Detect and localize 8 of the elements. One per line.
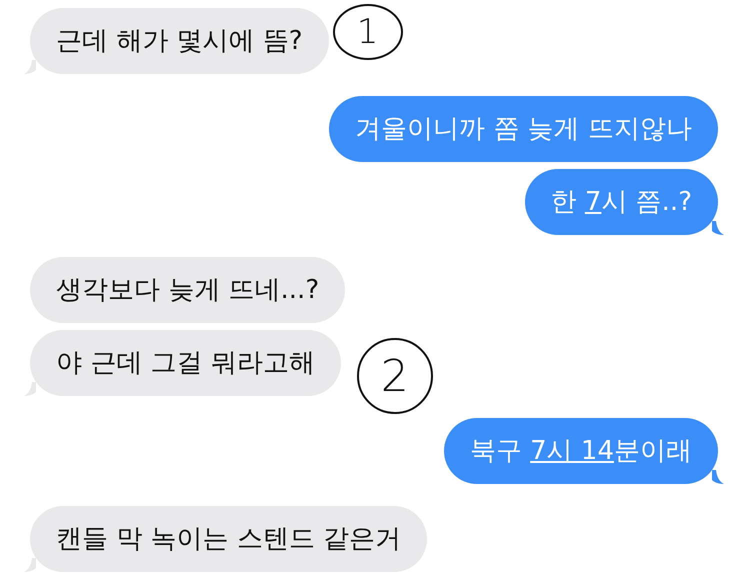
bubble-tail (712, 470, 724, 484)
link[interactable]: 7시 14 (530, 436, 614, 466)
circled-number: 1 (332, 4, 403, 60)
link[interactable]: 7 (584, 187, 602, 217)
circled-number: 2 (356, 338, 433, 414)
message-bubble: 생각보다 늦게 뜨네...? (30, 257, 346, 323)
message-bubble: 겨울이니까 쫌 늦게 뜨지않나 (329, 96, 718, 162)
bubble-tail (712, 221, 724, 235)
